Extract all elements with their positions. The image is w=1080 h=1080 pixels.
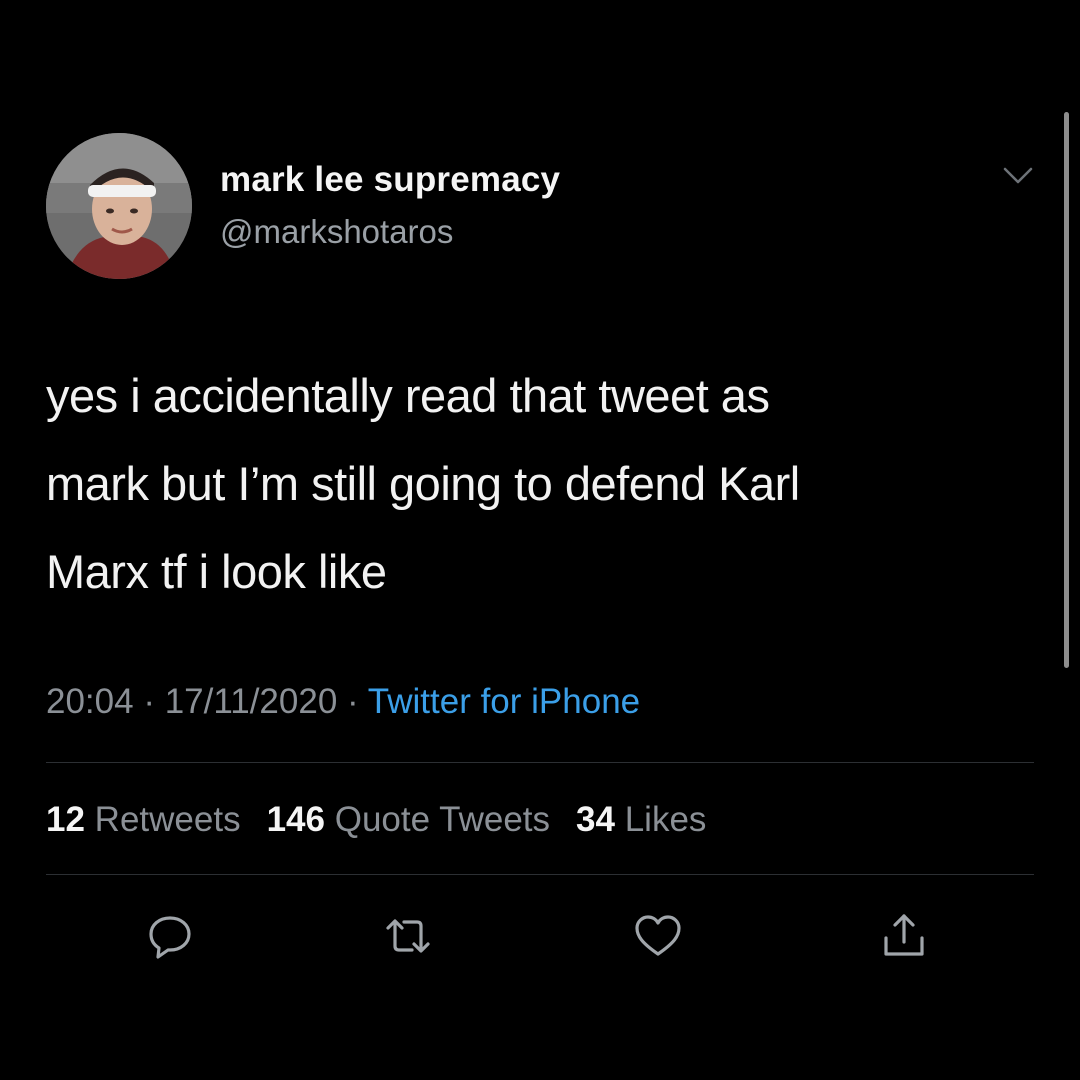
share-button[interactable] — [878, 910, 930, 962]
retweets-stat[interactable]: 12 Retweets — [46, 800, 241, 839]
scrollbar[interactable] — [1064, 112, 1069, 668]
tweet-source-link[interactable]: Twitter for iPhone — [368, 682, 640, 721]
divider — [46, 762, 1034, 763]
like-button[interactable] — [632, 910, 684, 962]
avatar-photo-icon — [46, 133, 192, 279]
tweet-meta: 20:04 · 17/11/2020 · Twitter for iPhone — [46, 682, 640, 722]
quote-tweets-label: Quote Tweets — [334, 800, 551, 839]
quote-tweets-count: 146 — [266, 800, 325, 839]
retweet-icon — [386, 919, 430, 953]
share-icon — [884, 914, 924, 956]
like-icon — [635, 915, 681, 956]
tweet-screen: mark lee supremacy @markshotaros yes i a… — [0, 0, 1080, 1080]
tweet-text: yes i accidentally read that tweet as ma… — [46, 352, 1036, 616]
likes-stat[interactable]: 34 Likes — [576, 800, 706, 839]
tweet-time: 20:04 — [46, 682, 134, 721]
tweet-text-line: Marx tf i look like — [46, 545, 387, 598]
retweet-button[interactable] — [382, 910, 434, 962]
likes-label: Likes — [624, 800, 707, 839]
tweet-stats: 12 Retweets 146 Quote Tweets 34 Likes — [46, 800, 706, 840]
user-handle[interactable]: @markshotaros — [220, 213, 453, 251]
reply-icon — [149, 916, 191, 959]
quote-tweets-stat[interactable]: 146 Quote Tweets — [267, 800, 550, 839]
display-name[interactable]: mark lee supremacy — [220, 160, 560, 200]
retweets-count: 12 — [46, 800, 85, 839]
likes-count: 34 — [576, 800, 615, 839]
avatar[interactable] — [46, 133, 192, 279]
tweet-date: 17/11/2020 — [164, 682, 338, 721]
meta-separator: · — [143, 682, 155, 721]
retweets-label: Retweets — [94, 800, 241, 839]
divider — [46, 874, 1034, 875]
tweet-text-line: yes i accidentally read that tweet as — [46, 369, 770, 422]
reply-button[interactable] — [144, 910, 196, 962]
chevron-down-icon[interactable] — [1002, 165, 1034, 187]
meta-separator: · — [347, 682, 359, 721]
tweet-text-line: mark but I’m still going to defend Karl — [46, 457, 800, 510]
